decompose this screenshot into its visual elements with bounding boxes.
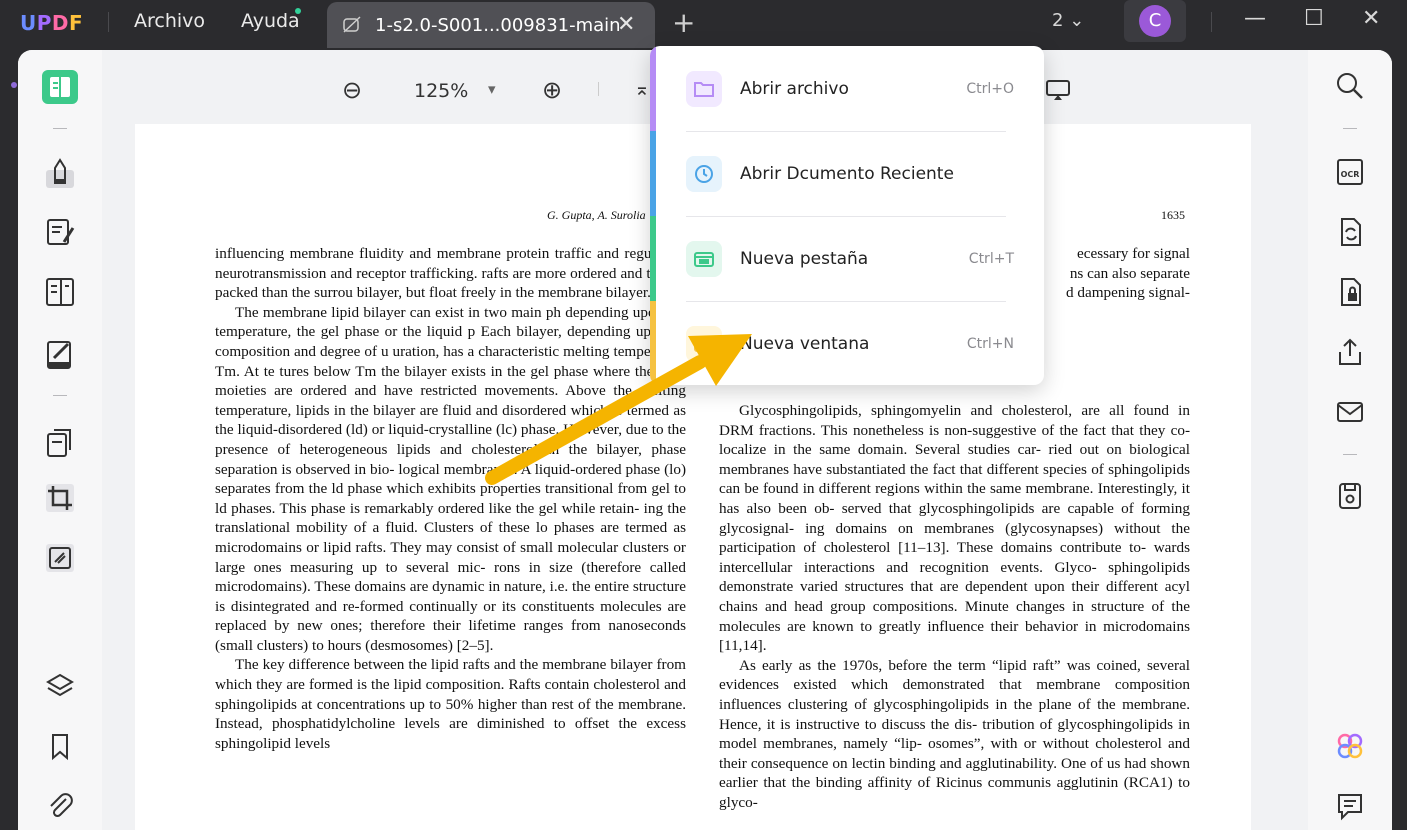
attachment-icon[interactable] <box>44 790 76 822</box>
chevron-down-icon: ⌄ <box>1069 10 1085 31</box>
share-icon[interactable] <box>1334 336 1366 368</box>
menu-item-open-recent[interactable]: Abrir Dcumento Reciente <box>656 131 1044 216</box>
menu-item-shortcut: Ctrl+O <box>966 81 1014 97</box>
paragraph: The membrane lipid bilayer can exist in … <box>215 303 686 654</box>
convert-icon[interactable] <box>1334 216 1366 248</box>
organize-pages-icon[interactable] <box>44 426 76 458</box>
crop-icon[interactable] <box>44 482 76 514</box>
menu-item-new-window[interactable]: Nueva ventana Ctrl+N <box>656 301 1044 385</box>
first-page-icon[interactable]: ⌅ <box>634 78 650 100</box>
save-icon[interactable] <box>1334 480 1366 512</box>
toolbar-separator <box>53 395 67 396</box>
account-button[interactable]: C <box>1124 0 1186 42</box>
update-dot-indicator <box>295 8 301 14</box>
tab-count-button[interactable]: 2 ⌄ <box>1052 10 1084 31</box>
left-text-column: influencing membrane fluidity and membra… <box>215 244 686 753</box>
zoom-value[interactable]: 125% <box>414 80 468 102</box>
menu-item-label: Nueva ventana <box>740 334 870 354</box>
title-separator <box>108 12 109 32</box>
maximize-button[interactable]: ☐ <box>1304 6 1324 31</box>
avatar: C <box>1139 5 1171 37</box>
toolbar-separator <box>1343 454 1357 455</box>
menu-item-shortcut: Ctrl+T <box>968 251 1014 267</box>
reader-mode-icon[interactable] <box>42 70 78 104</box>
running-head: G. Gupta, A. Surolia <box>547 208 646 222</box>
close-window-button[interactable]: ✕ <box>1362 6 1380 31</box>
menu-ayuda[interactable]: Ayuda <box>241 10 300 32</box>
folder-icon <box>686 71 722 107</box>
menu-item-shortcut: Ctrl+N <box>966 336 1014 352</box>
paragraph: As early as the 1970s, before the term “… <box>719 656 1190 811</box>
search-icon[interactable] <box>1334 70 1366 102</box>
paragraph: Glycosphingolipids, sphingomyelin and ch… <box>719 402 1190 655</box>
tab-title: 1-s2.0-S001...009831-main <box>375 15 621 36</box>
slideshow-icon[interactable] <box>1045 78 1071 102</box>
unlocked-file-icon <box>343 16 361 33</box>
menu-item-label: Abrir archivo <box>740 79 849 99</box>
watermark-icon[interactable] <box>44 542 76 574</box>
ocr-icon[interactable]: OCR <box>1334 156 1366 188</box>
zoom-dropdown-icon[interactable]: ▾ <box>488 80 496 98</box>
email-icon[interactable] <box>1334 396 1366 428</box>
title-separator <box>1211 12 1212 32</box>
comment-icon[interactable] <box>1334 790 1366 822</box>
toolbar-separator <box>53 128 67 129</box>
new-tab-button[interactable]: + <box>672 6 695 39</box>
left-toolbar <box>18 50 102 830</box>
menu-item-label: Abrir Dcumento Reciente <box>740 164 954 184</box>
paragraph: The key difference between the lipid raf… <box>215 656 686 752</box>
page-number: 1635 <box>1161 208 1185 222</box>
zoom-out-button[interactable]: ⊖ <box>342 76 362 104</box>
file-dropdown-menu: Abrir archivo Ctrl+O Abrir Dcumento Reci… <box>650 46 1044 385</box>
side-indicator-dot <box>11 82 17 88</box>
layers-icon[interactable] <box>44 670 76 702</box>
minimize-button[interactable]: — <box>1244 6 1266 31</box>
zoom-in-button[interactable]: ⊕ <box>542 76 562 104</box>
svg-text:OCR: OCR <box>1341 170 1360 179</box>
updf-logo: UPDF <box>20 11 84 35</box>
page-layout-icon[interactable] <box>44 276 76 308</box>
menu-item-open-file[interactable]: Abrir archivo Ctrl+O <box>656 46 1044 131</box>
right-text-column: Glycosphingolipids, sphingomyelin and ch… <box>719 401 1190 812</box>
edit-text-icon[interactable] <box>44 216 76 248</box>
clock-icon <box>686 156 722 192</box>
toolbar-separator <box>598 82 599 96</box>
window-icon <box>686 326 722 362</box>
document-tab[interactable]: 1-s2.0-S001...009831-main ✕ <box>327 2 655 48</box>
ai-assistant-icon[interactable] <box>1334 730 1366 762</box>
fill-sign-icon[interactable] <box>44 338 76 370</box>
bookmark-icon[interactable] <box>44 730 76 762</box>
tabs-icon <box>686 241 722 277</box>
menu-item-new-tab[interactable]: Nueva pestaña Ctrl+T <box>656 216 1044 301</box>
right-toolbar: OCR <box>1308 50 1392 830</box>
protect-icon[interactable] <box>1334 276 1366 308</box>
menu-item-label: Nueva pestaña <box>740 249 869 269</box>
menu-archivo[interactable]: Archivo <box>134 10 205 32</box>
tab-count: 2 <box>1052 10 1064 31</box>
highlighter-icon[interactable] <box>44 156 76 188</box>
toolbar-separator <box>1343 128 1357 129</box>
tab-close-icon[interactable]: ✕ <box>617 12 635 37</box>
title-bar: UPDF Archivo Ayuda 1-s2.0-S001...009831-… <box>0 0 1407 48</box>
paragraph: influencing membrane fluidity and membra… <box>215 245 686 302</box>
